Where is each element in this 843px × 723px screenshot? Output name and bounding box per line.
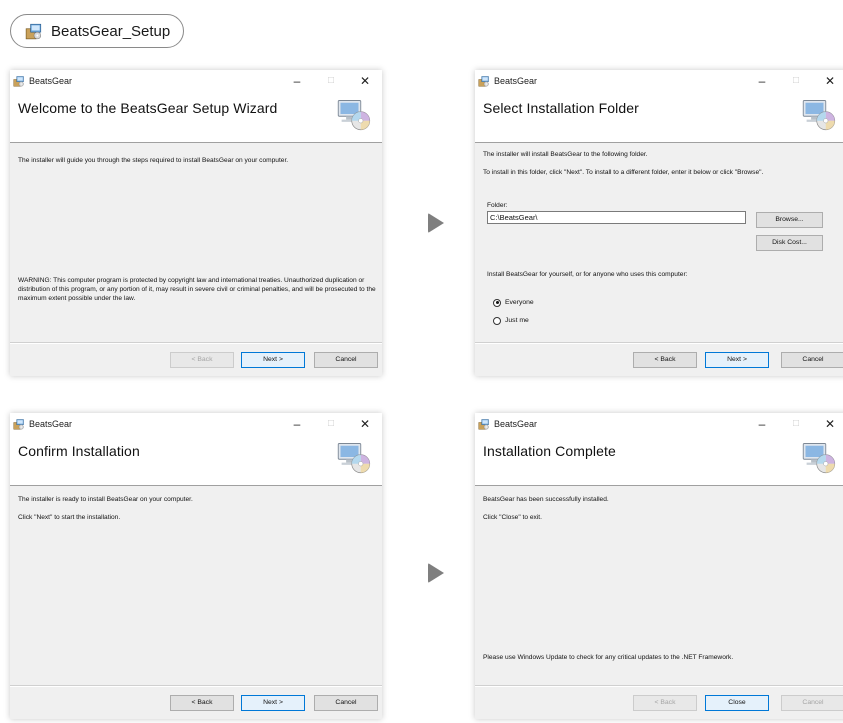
radio-everyone[interactable]: Everyone <box>493 298 534 307</box>
copyright-warning: WARNING: This computer program is protec… <box>18 277 376 302</box>
setup-window-complete: BeatsGear – □ ✕ Installation Complete Be… <box>475 413 843 719</box>
intro-text: The installer will guide you through the… <box>18 157 289 164</box>
minimize-button[interactable]: – <box>280 70 314 92</box>
installer-icon <box>478 418 490 430</box>
disk-cost-button[interactable]: Disk Cost... <box>756 235 823 251</box>
setup-window-confirm: BeatsGear – □ ✕ Confirm Installation The… <box>10 413 382 719</box>
installer-icon <box>478 75 490 87</box>
browse-button[interactable]: Browse... <box>756 212 823 228</box>
complete-text: BeatsGear has been successfully installe… <box>483 496 609 503</box>
back-button[interactable]: < Back <box>170 695 234 711</box>
cancel-button[interactable]: Cancel <box>781 352 843 368</box>
folder-path-input[interactable]: C:\BeatsGear\ <box>487 211 746 224</box>
maximize-button[interactable]: □ <box>779 70 813 92</box>
radio-just-me-label: Just me <box>505 317 529 324</box>
installer-icon <box>13 418 25 430</box>
minimize-button[interactable]: – <box>745 413 779 435</box>
next-step-arrow <box>428 213 444 233</box>
cancel-button[interactable]: Cancel <box>781 695 843 711</box>
window-title: BeatsGear <box>494 419 538 429</box>
window-title: BeatsGear <box>494 76 538 86</box>
wizard-banner: Confirm Installation <box>10 435 382 486</box>
cancel-button[interactable]: Cancel <box>314 695 378 711</box>
maximize-button[interactable]: □ <box>314 70 348 92</box>
next-button[interactable]: Next > <box>705 352 769 368</box>
installer-icon <box>13 75 25 87</box>
minimize-button[interactable]: – <box>745 70 779 92</box>
close-button[interactable]: ✕ <box>813 70 843 92</box>
cancel-button[interactable]: Cancel <box>314 352 378 368</box>
file-chip-label: BeatsGear_Setup <box>51 22 171 40</box>
computer-disc-icon <box>801 439 837 480</box>
title-bar: BeatsGear – □ ✕ <box>10 70 382 92</box>
computer-disc-icon <box>336 96 372 137</box>
radio-just-me[interactable]: Just me <box>493 316 529 325</box>
confirm-instruction: Click "Next" to start the installation. <box>18 514 121 521</box>
wizard-banner: Select Installation Folder <box>475 92 843 143</box>
close-button[interactable]: ✕ <box>348 413 382 435</box>
radio-everyone-label: Everyone <box>505 299 534 306</box>
setup-window-folder: BeatsGear – □ ✕ Select Installation Fold… <box>475 70 843 376</box>
computer-disc-icon <box>336 439 372 480</box>
button-bar: < Back Next > Cancel <box>475 342 843 376</box>
next-button[interactable]: Next > <box>241 695 305 711</box>
radio-button-selected[interactable] <box>493 298 501 307</box>
button-bar: < Back Close Cancel <box>475 685 843 719</box>
folder-instructions: To install in this folder, click "Next".… <box>483 169 764 176</box>
maximize-button[interactable]: □ <box>779 413 813 435</box>
page-title: Select Installation Folder <box>483 100 639 116</box>
wizard-banner: Welcome to the BeatsGear Setup Wizard <box>10 92 382 143</box>
button-bar: < Back Next > Cancel <box>10 342 382 376</box>
window-title: BeatsGear <box>29 419 73 429</box>
close-wizard-button[interactable]: Close <box>705 695 769 711</box>
close-instruction: Click "Close" to exit. <box>483 514 542 521</box>
close-button[interactable]: ✕ <box>813 413 843 435</box>
back-button[interactable]: < Back <box>170 352 234 368</box>
back-button[interactable]: < Back <box>633 352 697 368</box>
page-title: Confirm Installation <box>18 443 140 459</box>
radio-button[interactable] <box>493 316 501 325</box>
computer-disc-icon <box>801 96 837 137</box>
wizard-banner: Installation Complete <box>475 435 843 486</box>
setup-window-welcome: BeatsGear – □ ✕ Welcome to the BeatsGear… <box>10 70 382 376</box>
minimize-button[interactable]: – <box>280 413 314 435</box>
maximize-button[interactable]: □ <box>314 413 348 435</box>
page-title: Welcome to the BeatsGear Setup Wizard <box>18 100 278 116</box>
back-button[interactable]: < Back <box>633 695 697 711</box>
window-title: BeatsGear <box>29 76 73 86</box>
close-button[interactable]: ✕ <box>348 70 382 92</box>
title-bar: BeatsGear – □ ✕ <box>475 413 843 435</box>
confirm-text: The installer is ready to install BeatsG… <box>18 496 193 503</box>
installer-icon <box>25 22 43 40</box>
button-bar: < Back Next > Cancel <box>10 685 382 719</box>
windows-update-note: Please use Windows Update to check for a… <box>483 654 734 661</box>
title-bar: BeatsGear – □ ✕ <box>475 70 843 92</box>
next-button[interactable]: Next > <box>241 352 305 368</box>
page-title: Installation Complete <box>483 443 616 459</box>
installer-file-chip[interactable]: BeatsGear_Setup <box>10 14 184 48</box>
folder-intro-text: The installer will install BeatsGear to … <box>483 151 648 158</box>
title-bar: BeatsGear – □ ✕ <box>10 413 382 435</box>
next-step-arrow <box>428 563 444 583</box>
install-scope-text: Install BeatsGear for yourself, or for a… <box>487 271 688 278</box>
folder-label: Folder: <box>487 202 508 209</box>
